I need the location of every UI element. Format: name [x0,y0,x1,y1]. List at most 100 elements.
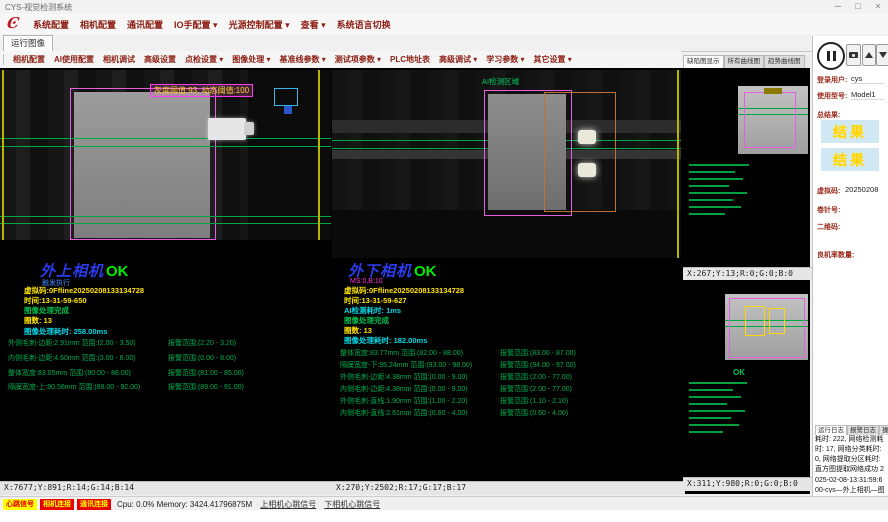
menu-light-config[interactable]: 光源控制配置 ▾ [229,18,290,31]
result-badge-1: 结果 [821,120,879,143]
measurement-text: 隔膜宽度-下:95.24mm 范围:(93.00 - 98.00) [340,362,472,369]
mid-camera-view[interactable]: AI检测区域 [332,70,681,258]
measurement-row: 整体宽度:83.77mm 范围:(82.00 - 88.00) 报警范围:(83… [340,348,677,358]
minimize-icon[interactable]: ─ [832,1,844,11]
lower-camera-heartbeat-link[interactable]: 下相机心跳信号 [324,499,380,510]
tab-connector [208,118,246,140]
yellow-edge-line [677,70,679,258]
log-line [689,389,733,391]
virtual-code-label: 虚拟码: [817,186,840,196]
measurement-row: 整体宽度:83.05mm 范围:(80.00 - 86.00) 报警范围:(81… [8,368,327,378]
tool-spot-check[interactable]: 点检设置 ▾ [185,54,223,65]
tool-test-params[interactable]: 测试项参数 ▾ [335,54,381,65]
tab-operation-log[interactable]: 操作日志 [879,425,888,435]
log-line [689,178,743,180]
thumbnail-tab-row: 缺陷图显示 所有曲线图 趋势曲线图 [683,55,810,68]
measurement-row: 内侧毛刺-直线:2.61mm 范围:(0.60 - 4.00) 报警范围:(0.… [340,408,677,418]
camera-connection-badge: 相机连接 [40,499,74,510]
page-down-button[interactable] [876,44,888,66]
tool-plc-table[interactable]: PLC地址表 [390,54,430,65]
alarm-range: 报警范围:(0.00 - 8.00) [168,353,236,363]
alarm-range: 报警范围:(1.10 - 2.10) [500,396,568,406]
menu-system-config[interactable]: 系统配置 [33,18,69,31]
measurement-text: 整体宽度:83.77mm 范围:(82.00 - 88.00) [340,350,463,357]
roi-outline [744,92,796,148]
cpu-memory-text: Cpu: 0.0% Memory: 3424.41796875M [117,500,252,509]
tool-baseline-params[interactable]: 基准线参数 ▾ [280,54,326,65]
alarm-range: 报警范围:(89.00 - 91.00) [168,382,244,392]
log-tab-row: 运行日志 报警日志 操作日志 [815,425,888,435]
left-camera-view[interactable]: 灰度阈值:93, 动态阈值:100 [0,70,331,240]
menu-view[interactable]: 查看 ▾ [301,18,326,31]
upper-camera-heartbeat-link[interactable]: 上相机心跳信号 [260,499,316,510]
log-line [689,199,733,201]
thumb-panel-2[interactable]: OK [683,280,810,477]
tab-defect-image[interactable]: 缺陷图显示 [683,55,724,68]
yellow-edge-line [2,70,4,240]
ai-roi-outline [544,92,616,212]
roi-outline [729,298,805,358]
log-line [689,213,725,215]
tool-camera-debug[interactable]: 相机调试 [103,54,135,65]
tool-bar: 相机配置 AI使用配置 相机调试 高级设置 点检设置 ▾ 图像处理 ▾ 基准线参… [0,51,681,69]
menu-camera-config[interactable]: 相机配置 [80,18,116,31]
measurement-text: 外侧毛刺-边距:2.91mm 范围:(2.00 - 3.50) [8,340,136,347]
log-line [689,206,741,208]
glint-highlight [578,163,596,177]
login-user-label: 登录用户: [817,75,847,85]
close-icon[interactable]: × [872,1,884,11]
status-ok-label: OK [106,263,129,280]
toolbar-separator [3,54,4,65]
bottom-margin [0,510,888,522]
good-rate-count-label: 良机率数量: [817,250,854,260]
log-line [689,192,747,194]
tab-run-log[interactable]: 运行日志 [815,425,847,435]
roi-outline [70,88,216,240]
menu-comm-config[interactable]: 通讯配置 [127,18,163,31]
measurement-row: 内侧毛刺-边距:4.60mm 范围:(3.00 - 6.00) 报警范围:(0.… [8,353,327,363]
thumb2-coordinate-strip: X:311;Y:980;R:0;G:0;B:0 [683,477,814,491]
log-line [689,164,749,166]
tab-all-curves[interactable]: 所有曲线图 [724,55,765,68]
model-label: 使用型号: [817,91,847,101]
snapshot-button[interactable] [846,44,861,66]
tab-run-image[interactable]: 运行图像 [3,35,53,52]
tool-ai-config[interactable]: AI使用配置 [54,54,94,65]
tab-alarm-log[interactable]: 报警日志 [847,425,879,435]
measurement-text: 外侧毛刺-边距:4.38mm 范围:(0.00 - 9.00) [340,374,468,381]
tool-advanced-debug[interactable]: 高级调试 ▾ [439,54,477,65]
elapsed-text: 图像处理耗时: 182.00ms [344,335,427,346]
page-up-button[interactable] [862,44,876,66]
log-line [689,171,735,173]
measurement-text: 内侧毛刺-直线:2.61mm 范围:(0.60 - 4.00) [340,410,468,417]
measurement-text: 隔膜宽度-上:90.56mm 范围:(88.00 - 92.00) [8,384,140,391]
measurement-row: 内侧毛刺-边距:4.38mm 范围:(0.00 - 9.00) 报警范围:(2.… [340,384,677,394]
pause-button[interactable] [817,42,845,70]
yellow-edge-line [318,70,320,240]
tab-trend-curves[interactable]: 趋势曲线图 [764,55,805,68]
measurement-row: 外侧毛刺-边距:4.38mm 范围:(0.00 - 9.00) 报警范围:(2.… [340,372,677,382]
alarm-range: 报警范围:(81.00 - 85.00) [168,368,244,378]
mid-coordinate-strip: X:270;Y:2502;R:17;G:17;B:17 [332,481,685,495]
measurement-row: 隔膜宽度-下:95.24mm 范围:(93.00 - 98.00) 报警范围:(… [340,360,677,370]
yellow-marker [764,88,782,94]
tool-advanced-settings[interactable]: 高级设置 [144,54,176,65]
tool-image-process[interactable]: 图像处理 ▾ [232,54,270,65]
green-line [0,146,331,147]
needle-number-label: 卷针号: [817,205,840,215]
tool-learning-params[interactable]: 学习参数 ▾ [486,54,524,65]
tool-camera-config[interactable]: 相机配置 [13,54,45,65]
menu-io-config[interactable]: IO手配置 ▾ [174,18,218,31]
blue-marker [284,106,292,114]
roi-small-outline [274,88,298,106]
left-coordinate-strip: X:7677;Y:891;R:14;G:14;B:14 [0,481,335,495]
maximize-icon[interactable]: □ [852,1,864,11]
log-line [689,185,729,187]
log-line [689,417,731,419]
thumb-ok-label: OK [733,368,745,377]
log-text[interactable]: 耗时: 222, 网络检测耗时: 17, 网络分类耗时: 0, 网络提取分区耗时… [815,435,885,493]
tool-other-settings[interactable]: 其它设置 ▾ [534,54,572,65]
menu-language-switch[interactable]: 系统语言切换 [337,18,391,31]
alarm-range: 报警范围:(2.00 - 77.00) [500,384,572,394]
thumb-panel-1[interactable] [683,68,810,267]
